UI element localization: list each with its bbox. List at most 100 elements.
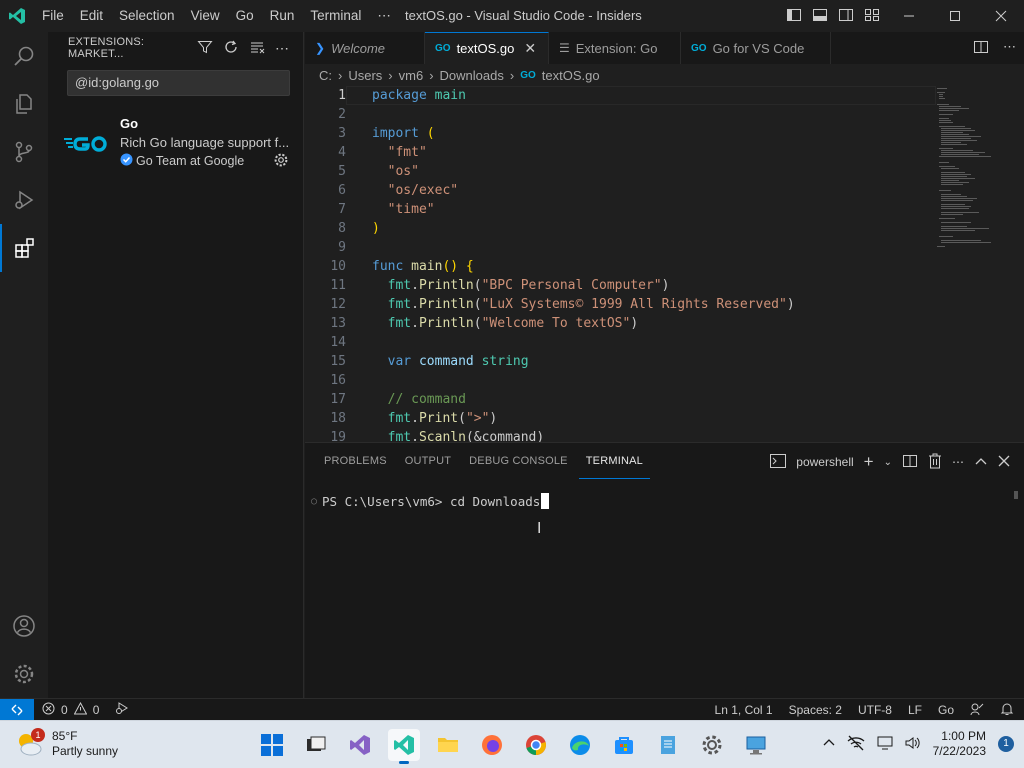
panel-tab-debug-console[interactable]: DEBUG CONSOLE [462,443,575,479]
minimize-icon[interactable] [886,0,932,32]
menu-go[interactable]: Go [228,0,262,32]
more-actions-icon[interactable]: ⋯ [952,455,964,469]
menu-view[interactable]: View [183,0,228,32]
visual-studio-icon[interactable] [344,729,376,761]
vscode-taskbar-icon[interactable] [388,729,420,764]
toggle-sidebar-icon[interactable] [786,7,802,26]
menu-file[interactable]: File [34,0,72,32]
debug-launch-icon[interactable] [115,701,129,718]
breadcrumb-item[interactable]: Users [348,68,382,83]
menu-run[interactable]: Run [262,0,303,32]
code-token: ( [418,126,435,141]
tab-welcome[interactable]: ❯ Welcome [305,32,425,64]
terminal-scrollbar[interactable] [1014,491,1018,499]
warning-count[interactable]: 0 [93,703,100,717]
close-tab-icon[interactable]: ✕ [524,40,536,57]
tab-extension-go[interactable]: ☰ Extension: Go [549,32,681,64]
source-control-icon[interactable] [0,128,48,176]
weather-widget[interactable]: 1 85°F Partly sunny [14,728,118,759]
line-number: 18 [330,411,346,426]
language-mode[interactable]: Go [938,703,954,717]
extension-search-input[interactable]: @id:golang.go [67,70,290,96]
minimap[interactable] [937,86,1009,286]
task-view-icon[interactable] [300,729,332,761]
settings-gear-icon[interactable] [696,729,728,761]
manage-gear-icon[interactable] [0,650,48,698]
toggle-secondary-sidebar-icon[interactable] [838,7,854,26]
notifications-bell-icon[interactable] [1000,702,1014,719]
store-icon[interactable] [608,729,640,761]
partly-sunny-icon: 1 [14,728,45,759]
line-number: 1 [338,88,346,103]
code-editor[interactable]: 1 package main 2 3 import ( 4 "fmt" 5 "os"… [305,86,935,442]
clock[interactable]: 1:00 PM 7/22/2023 [933,729,986,759]
terminal-decoration-icon: ○ [311,495,318,507]
breadcrumb-item[interactable]: Downloads [440,68,504,83]
menu-selection[interactable]: Selection [111,0,183,32]
error-count[interactable]: 0 [61,703,68,717]
menu-edit[interactable]: Edit [72,0,111,32]
extensions-icon[interactable] [0,224,48,272]
split-editor-icon[interactable] [973,39,989,58]
refresh-icon[interactable] [223,39,239,58]
menu-terminal[interactable]: Terminal [302,0,369,32]
explorer-search-icon[interactable] [0,32,48,80]
feedback-icon[interactable] [970,702,984,719]
breadcrumb-item[interactable]: C: [319,68,332,83]
trash-icon[interactable] [928,453,942,472]
close-window-icon[interactable] [978,0,1024,32]
terminal-input[interactable]: cd Downloads [450,494,540,509]
terminal-shell-icon [770,453,787,471]
status-bar: 0 0 Ln 1, Col 1 Spaces: 2 UTF-8 LF Go [0,698,1024,721]
end-of-line[interactable]: LF [908,703,922,717]
chrome-icon[interactable] [520,729,552,761]
encoding[interactable]: UTF-8 [858,703,892,717]
explorer-files-icon[interactable] [0,80,48,128]
start-windows-icon[interactable] [256,729,288,761]
editor-more-icon[interactable]: ⋯ [1003,39,1016,58]
weather-badge: 1 [31,728,45,742]
panel-tab-output[interactable]: OUTPUT [398,443,458,479]
network-disconnected-icon[interactable] [847,735,865,754]
extension-list-item-go[interactable]: Go Rich Go language support f... Go Team… [48,112,303,174]
indentation[interactable]: Spaces: 2 [789,703,842,717]
editor-tabs: ❯ Welcome GO textOS.go ✕ ☰ Extension: Go… [305,32,1024,64]
clock-date: 7/22/2023 [932,744,986,758]
vscode-insiders-logo-icon[interactable] [0,0,34,32]
accounts-icon[interactable] [0,602,48,650]
extension-manage-gear-icon[interactable] [273,152,289,171]
firefox-icon[interactable] [476,729,508,761]
menu-more[interactable]: ⋯ [369,0,399,32]
more-actions-icon[interactable]: ⋯ [275,40,289,57]
code-token: func [372,259,404,274]
remote-indicator-icon[interactable] [0,698,34,721]
tab-textos-go[interactable]: GO textOS.go ✕ [425,32,549,64]
maximize-icon[interactable] [932,0,978,32]
cursor-position[interactable]: Ln 1, Col 1 [715,703,773,717]
remote-desktop-icon[interactable] [740,729,772,761]
chevron-down-icon[interactable]: ⌄ [884,457,892,468]
new-terminal-icon[interactable]: + [864,452,874,472]
display-icon[interactable] [877,736,893,753]
tab-go-for-vscode[interactable]: GO Go for VS Code [681,32,831,64]
panel-tab-problems[interactable]: PROBLEMS [317,443,394,479]
run-debug-icon[interactable] [0,176,48,224]
customize-layout-icon[interactable] [864,7,880,26]
filter-icon[interactable] [197,39,213,58]
notification-badge[interactable]: 1 [998,736,1014,752]
panel-tab-terminal[interactable]: TERMINAL [578,443,650,479]
breadcrumb-item[interactable]: textOS.go [542,68,600,83]
terminal-output[interactable]: ○ PS C:\Users\vm6> cd Downloads [311,493,550,509]
clear-extensions-icon[interactable] [249,39,265,58]
file-explorer-icon[interactable] [432,729,464,761]
edge-icon[interactable] [564,729,596,761]
breadcrumb-item[interactable]: vm6 [399,68,424,83]
close-panel-icon[interactable] [998,455,1010,470]
notepad-icon[interactable] [652,729,684,761]
show-hidden-icons-chevron-up-icon[interactable] [823,737,835,752]
toggle-panel-icon[interactable] [812,7,828,26]
split-terminal-icon[interactable] [902,453,918,472]
terminal-shell-name[interactable]: powershell [796,455,853,469]
maximize-panel-icon[interactable] [974,454,988,471]
volume-icon[interactable] [905,736,921,753]
